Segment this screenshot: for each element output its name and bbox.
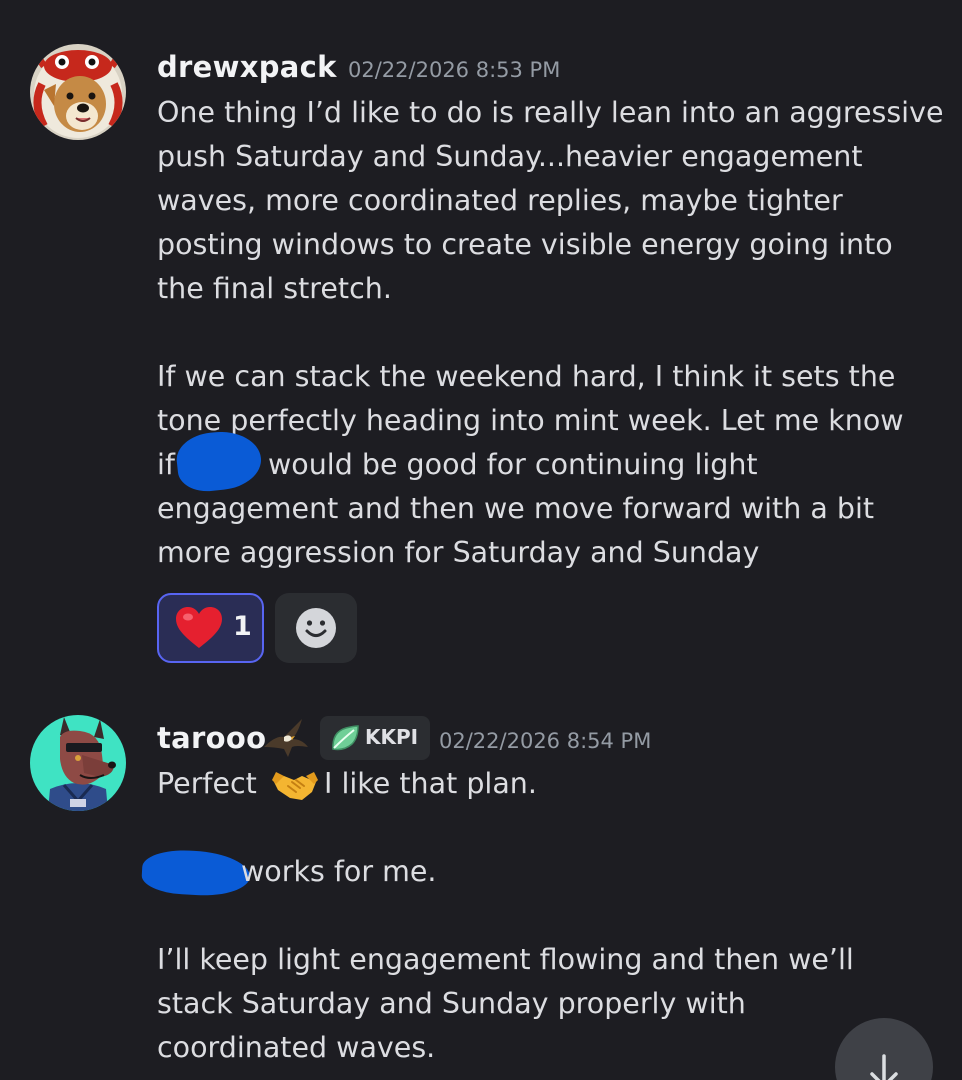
message-line: would be good for continuing light [268, 448, 758, 481]
message-timestamp: 02/22/2026 8:53 PM [348, 58, 561, 82]
message-line: tone perfectly heading into mint week. L… [157, 404, 904, 437]
message-line: if [157, 448, 175, 481]
leaf-icon [332, 725, 359, 751]
handshake-icon [272, 772, 318, 800]
username-tarooo[interactable]: tarooo [157, 721, 266, 755]
message-line: Perfect [157, 767, 257, 800]
arrow-down-icon [870, 1054, 898, 1080]
message-line: coordinated waves. [157, 1031, 436, 1064]
message-timestamp: 02/22/2026 8:54 PM [439, 729, 652, 753]
message-line: engagement and then we move forward with… [157, 492, 875, 525]
username-drewxpack[interactable]: drewxpack [157, 50, 337, 84]
message-line: the final stretch. [157, 272, 392, 305]
message-line: I’ll keep light engagement flowing and t… [157, 943, 854, 976]
message-line: more aggression for Saturday and Sunday [157, 536, 760, 569]
scroll-to-bottom-button[interactable] [835, 1018, 933, 1080]
reaction-count: 1 [233, 611, 252, 642]
heart-icon [176, 607, 222, 648]
message-line: waves, more coordinated replies, maybe t… [157, 184, 843, 217]
message-line: If we can stack the weekend hard, I thin… [157, 360, 896, 393]
add-reaction-button[interactable] [275, 593, 357, 663]
message-line: push Saturday and Sunday...heavier engag… [157, 140, 863, 173]
role-badge[interactable]: KKPI [320, 716, 430, 760]
corgi-crab-hat-avatar [30, 44, 126, 140]
role-label: KKPI [365, 725, 419, 749]
avatar-tarooo[interactable] [30, 715, 126, 811]
chat-view: drewxpack 02/22/2026 8:53 PM One thing I… [0, 0, 962, 1080]
eagle-icon [264, 719, 308, 757]
message-line: works for me. [241, 855, 437, 888]
message-line: stack Saturday and Sunday properly with [157, 987, 746, 1020]
message-line: One thing I’d like to do is really lean … [157, 96, 944, 129]
message-line: posting windows to create visible energy… [157, 228, 893, 261]
doberman-hoodie-avatar [30, 715, 126, 811]
message-line: I like that plan. [324, 767, 537, 800]
redaction-mark [140, 848, 252, 898]
reaction-heart[interactable]: 1 [157, 593, 264, 663]
smiley-add-reaction-icon [296, 608, 336, 648]
avatar-drewxpack[interactable] [30, 44, 126, 140]
